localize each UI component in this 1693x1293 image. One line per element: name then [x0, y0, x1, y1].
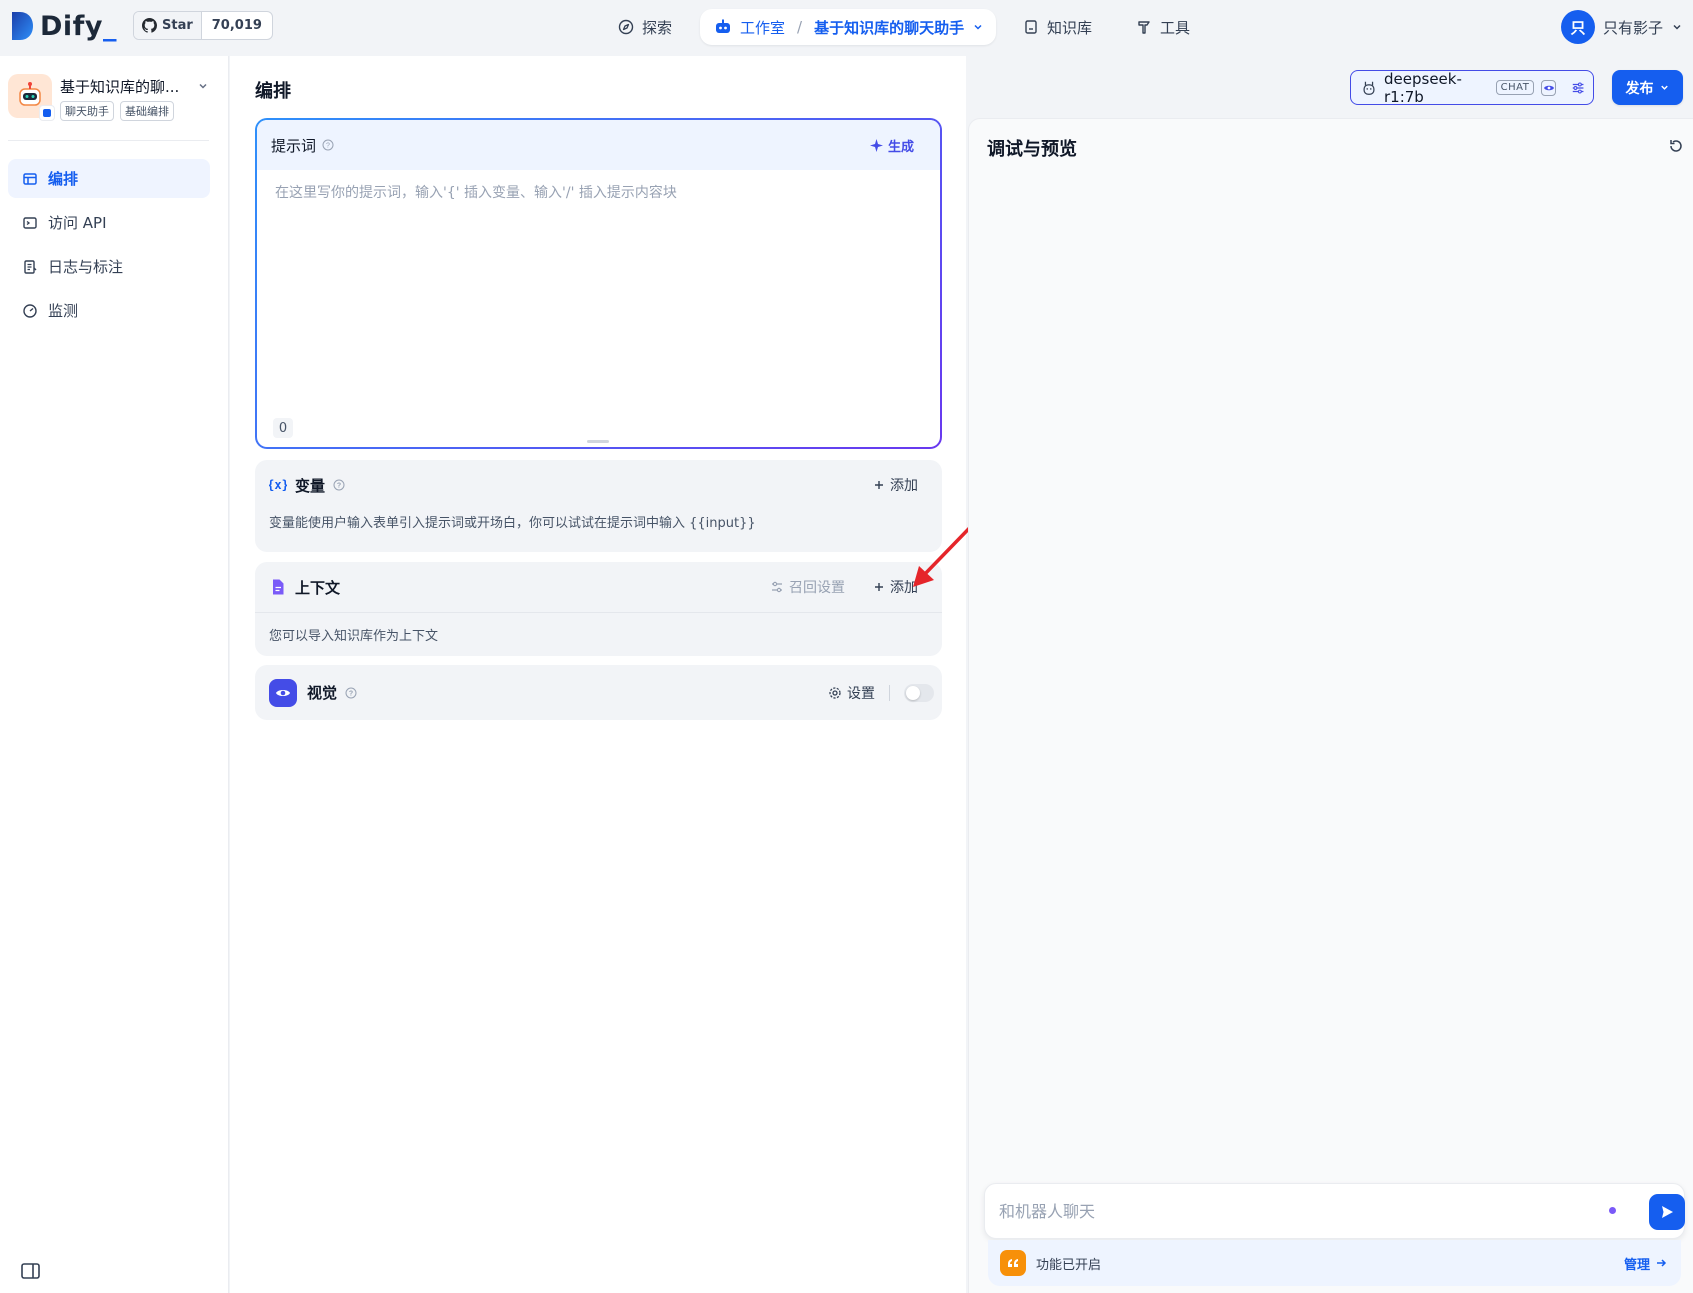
github-icon [142, 18, 157, 33]
app-name: 基于知识库的聊... [60, 78, 180, 96]
nav-studio[interactable]: 工作室 / 基于知识库的聊天助手 [700, 9, 997, 45]
nav-current-app: 基于知识库的聊天助手 [814, 18, 965, 37]
vision-section: 视觉 ? 设置 [255, 665, 942, 720]
context-section: 上下文 召回设置 添加 您可以导入知识库作为上下文 [255, 562, 942, 656]
publish-button[interactable]: 发布 [1612, 70, 1683, 105]
sparkle-icon [869, 138, 883, 152]
features-status: 功能已开启 [1036, 1257, 1102, 1273]
help-icon[interactable]: ? [345, 687, 357, 699]
user-name: 只有影子 [1602, 18, 1663, 37]
chevron-down-icon [1673, 24, 1681, 30]
send-icon [1662, 1206, 1673, 1218]
app-type-tag: 聊天助手 [60, 101, 114, 121]
model-name: deepseek-r1:7b [1384, 69, 1462, 106]
context-divider [255, 612, 942, 613]
sidebar-item-orchestrate[interactable]: 编排 [8, 159, 210, 198]
app-switch-chevron-icon[interactable] [197, 80, 209, 92]
page-title: 编排 [255, 81, 291, 102]
help-icon[interactable]: ? [333, 479, 345, 491]
app-mode-tag: 基础编排 [120, 101, 174, 121]
chevron-down-icon [974, 24, 982, 30]
avatar: 只 [1560, 10, 1595, 44]
chevron-down-icon [1660, 85, 1668, 90]
debug-title: 调试与预览 [987, 139, 1077, 160]
chatbot-badge-icon [39, 105, 55, 121]
github-star-button[interactable]: Star 70,019 [133, 11, 273, 40]
user-menu[interactable]: 只 只有影子 [1560, 9, 1683, 45]
app-avatar [8, 74, 55, 121]
dify-logo-mark-icon [12, 12, 33, 40]
refresh-icon[interactable] [1667, 137, 1685, 155]
plus-icon [875, 583, 883, 591]
svg-text:{x}: {x} [269, 478, 287, 492]
quote-icon [1000, 1250, 1026, 1276]
debug-preview-panel [968, 118, 1693, 1293]
model-selector[interactable]: deepseek-r1:7b CHAT [1350, 69, 1594, 106]
nav-studio-label: 工作室 [740, 18, 786, 37]
nav-knowledge[interactable]: 知识库 [1009, 9, 1106, 45]
collapse-sidebar-icon[interactable] [20, 1262, 42, 1280]
vision-capability-icon [1541, 79, 1556, 96]
variable-icon: {x} [269, 478, 287, 492]
arrow-right-icon [1657, 1259, 1667, 1267]
app-header[interactable]: 基于知识库的聊... 聊天助手 基础编排 [8, 74, 213, 124]
resize-handle[interactable] [587, 440, 609, 443]
svg-text:?: ? [326, 143, 330, 150]
robot-icon [716, 19, 730, 33]
prompt-char-count: 0 [273, 418, 293, 438]
layout-icon [23, 172, 37, 185]
chat-input-placeholder: 和机器人聊天 [999, 1202, 1096, 1221]
logs-icon [24, 259, 37, 274]
retrieval-settings-button[interactable]: 召回设置 [770, 577, 845, 597]
llama-model-icon [1363, 81, 1375, 95]
terminal-icon [23, 216, 37, 229]
variables-section: {x} 变量 ? 添加 变量能使用户输入表单引入提示词或开场白，你可以试试在提示… [255, 460, 942, 552]
svg-text:?: ? [337, 483, 341, 490]
model-mode-badge: CHAT [1495, 80, 1535, 95]
vision-toggle[interactable] [904, 683, 934, 702]
dify-logo[interactable]: Dify_ [10, 8, 117, 44]
eye-icon [269, 678, 297, 707]
gear-icon [829, 686, 841, 699]
context-title: 上下文 [295, 578, 341, 597]
vision-title: 视觉 [307, 684, 338, 702]
hammer-icon [1138, 21, 1150, 34]
divider [889, 684, 890, 701]
features-bar: 功能已开启 管理 [988, 1240, 1681, 1286]
variables-title: 变量 [295, 476, 326, 495]
manage-features-button[interactable]: 管理 [1624, 1254, 1667, 1273]
prompt-title: 提示词 [271, 136, 317, 155]
sliders-icon [772, 581, 782, 593]
brand-name: Dify_ [40, 10, 118, 42]
sidebar-item-logs[interactable]: 日志与标注 [8, 247, 210, 286]
context-description: 您可以导入知识库作为上下文 [269, 629, 439, 644]
sidebar-item-api[interactable]: 访问 API [8, 203, 210, 242]
book-icon [1025, 20, 1037, 34]
sidebar-divider [8, 140, 209, 141]
plus-icon [875, 481, 883, 489]
github-star-label: Star [162, 18, 193, 33]
variables-description: 变量能使用户输入表单引入提示词或开场白，你可以试试在提示词中输入 {{input… [269, 516, 756, 531]
nav-tools[interactable]: 工具 [1122, 9, 1204, 45]
help-icon[interactable]: ? [322, 139, 334, 151]
gauge-icon [23, 303, 37, 318]
nav-explore[interactable]: 探索 [604, 9, 686, 45]
svg-text:?: ? [349, 690, 353, 697]
sidebar-item-monitoring[interactable]: 监测 [8, 291, 210, 330]
model-params-icon[interactable] [1571, 80, 1585, 96]
prompt-input[interactable]: 在这里写你的提示词，输入'{' 插入变量、输入'/' 插入提示内容块 [275, 182, 677, 202]
github-star-count: 70,019 [211, 18, 262, 33]
compass-icon [618, 19, 634, 35]
document-icon [273, 579, 284, 595]
status-dot [1609, 1207, 1616, 1214]
generate-prompt-button[interactable]: 生成 [869, 136, 914, 155]
prompt-editor-card: 提示词 ? 生成 在这里写你的提示词，输入'{' 插入变量、输入'/' 插入提示… [255, 118, 942, 449]
send-button[interactable] [1649, 1194, 1685, 1230]
vision-settings-button[interactable]: 设置 [828, 683, 875, 703]
add-variable-button[interactable]: 添加 [873, 475, 918, 495]
